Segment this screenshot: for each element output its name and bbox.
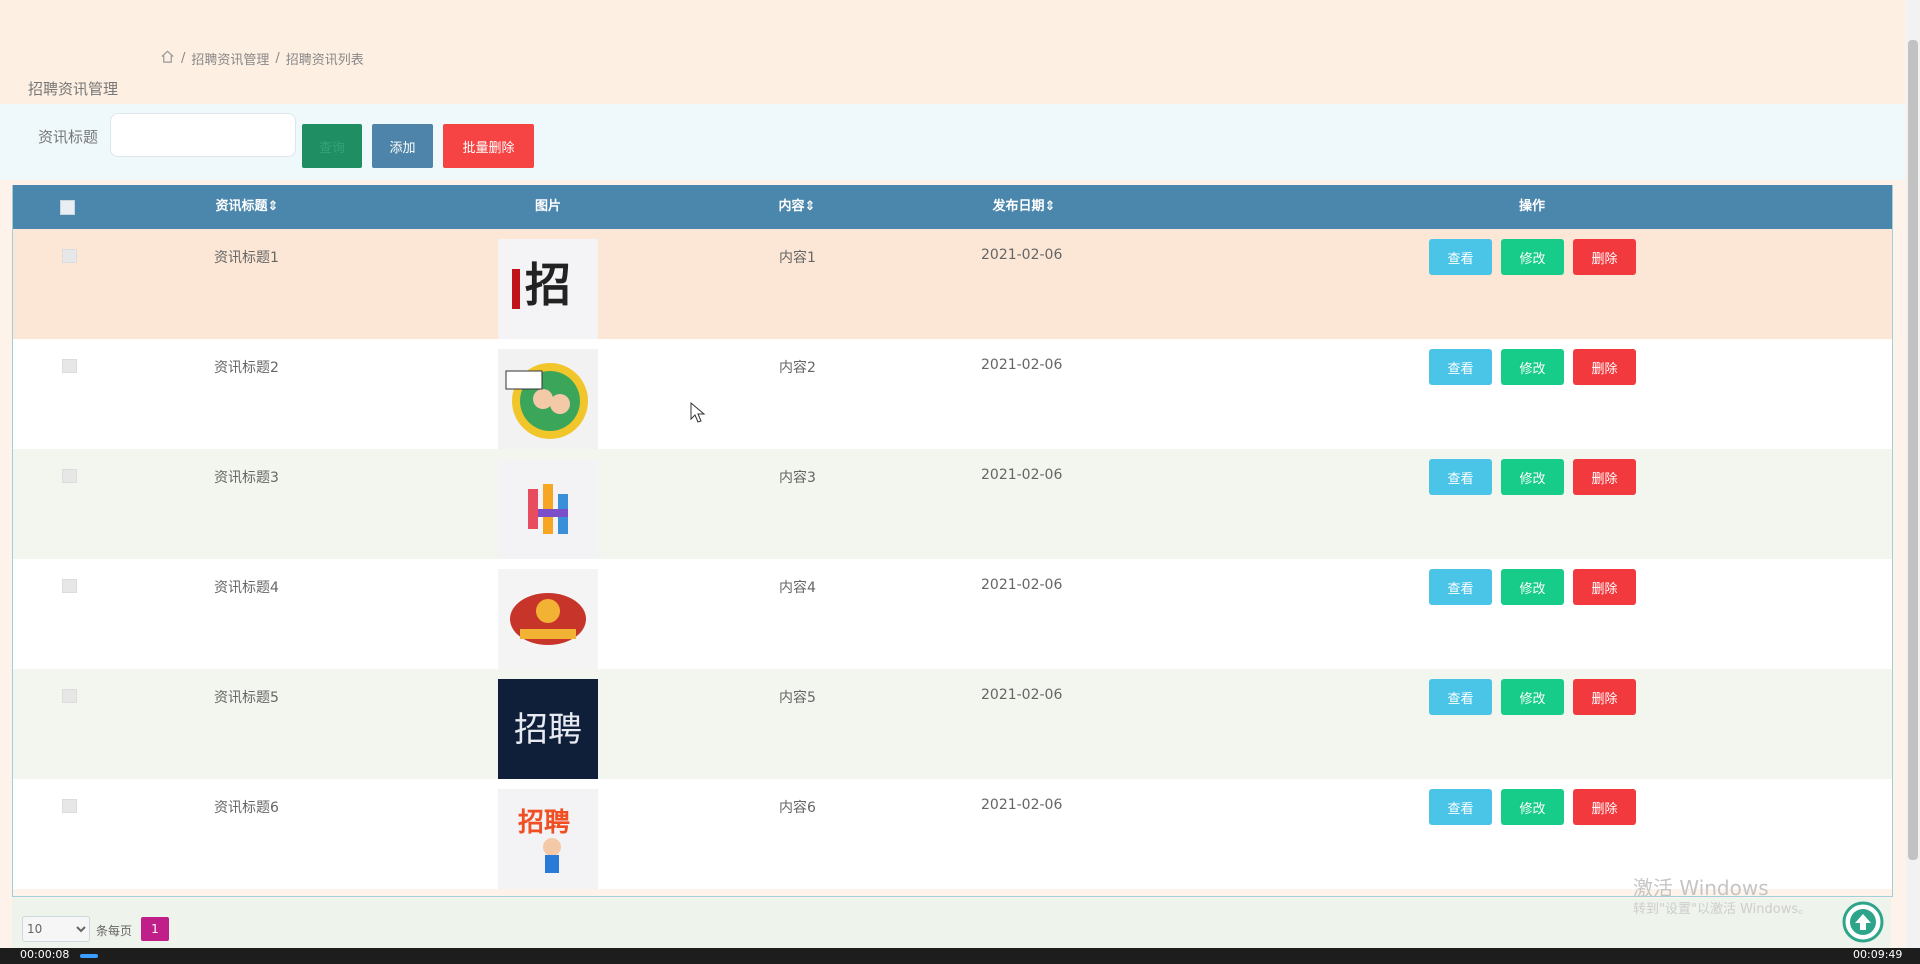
table-row: 资讯标题3 内容3 2021-02-06 查看 修改 删除: [13, 449, 1892, 559]
edit-button[interactable]: 修改: [1501, 789, 1564, 825]
view-button[interactable]: 查看: [1429, 679, 1492, 715]
breadcrumb: / 招聘资讯管理 / 招聘资讯列表: [160, 49, 364, 68]
back-to-top-icon[interactable]: [1841, 900, 1885, 944]
cell-date: 2021-02-06: [981, 797, 1063, 813]
page-title: 招聘资讯管理: [28, 80, 119, 98]
table-row: 资讯标题6 招聘 内容6 2021-02-06 查看 修改 删除: [13, 779, 1892, 889]
recruit-image-6: 招聘: [498, 789, 598, 889]
cell-date: 2021-02-06: [981, 687, 1063, 703]
cell-title: 资讯标题5: [214, 690, 279, 706]
video-progress-indicator[interactable]: [80, 954, 98, 958]
delete-button[interactable]: 删除: [1573, 349, 1636, 385]
column-header-image: 图片: [534, 199, 562, 214]
top-bar: [0, 0, 1905, 31]
cell-title: 资讯标题6: [214, 800, 279, 816]
row-checkbox[interactable]: [62, 249, 77, 263]
row-checkbox[interactable]: [62, 469, 77, 483]
recruit-image-3: [498, 459, 598, 559]
table-row: 资讯标题1 招 内容1 2021-02-06 查看 修改 删除: [13, 229, 1892, 339]
cell-content: 内容5: [779, 690, 816, 706]
vertical-scrollbar[interactable]: [1906, 0, 1920, 948]
row-checkbox[interactable]: [62, 689, 77, 703]
table-row: 资讯标题5 招聘 内容5 2021-02-06 查看 修改 删除: [13, 669, 1892, 779]
row-checkbox[interactable]: [62, 579, 77, 593]
cell-title: 资讯标题1: [214, 250, 279, 266]
delete-button[interactable]: 删除: [1573, 239, 1636, 275]
svg-text:招聘: 招聘: [514, 710, 582, 750]
cell-date: 2021-02-06: [981, 357, 1063, 373]
delete-button[interactable]: 删除: [1573, 459, 1636, 495]
select-all-checkbox[interactable]: [60, 200, 75, 215]
column-header-title[interactable]: 资讯标题⇕: [216, 185, 279, 229]
pagination-bar: [12, 898, 1891, 948]
recruit-image-1: 招: [498, 239, 598, 339]
row-checkbox[interactable]: [62, 359, 77, 373]
cell-date: 2021-02-06: [981, 467, 1063, 483]
cell-title: 资讯标题4: [214, 580, 279, 596]
column-header-actions: 操作: [1518, 199, 1546, 214]
svg-text:招聘: 招聘: [518, 808, 570, 838]
breadcrumb-item-manage[interactable]: 招聘资讯管理: [191, 49, 269, 68]
cell-content: 内容1: [779, 250, 816, 266]
column-header-date[interactable]: 发布日期⇕: [993, 185, 1056, 229]
cell-date: 2021-02-06: [981, 247, 1063, 263]
svg-text:招: 招: [525, 258, 571, 312]
home-icon[interactable]: [160, 49, 175, 68]
cell-title: 资讯标题2: [214, 360, 279, 376]
data-table: 资讯标题⇕ 图片 内容⇕ 发布日期⇕ 操作 资讯标题1 招 内容1 2021-0…: [12, 185, 1893, 897]
search-label: 资讯标题: [38, 128, 99, 146]
cell-content: 内容6: [779, 800, 816, 816]
edit-button[interactable]: 修改: [1501, 569, 1564, 605]
delete-button[interactable]: 删除: [1573, 569, 1636, 605]
view-button[interactable]: 查看: [1429, 459, 1492, 495]
video-progress-bar[interactable]: [0, 948, 1920, 964]
delete-button[interactable]: 删除: [1573, 789, 1636, 825]
column-header-content[interactable]: 内容⇕: [779, 185, 816, 229]
page-size-select[interactable]: 10: [22, 916, 90, 942]
search-input[interactable]: [110, 113, 296, 157]
video-elapsed-time: 00:00:08: [20, 948, 70, 961]
row-checkbox[interactable]: [62, 799, 77, 813]
edit-button[interactable]: 修改: [1501, 679, 1564, 715]
video-total-time: 00:09:49: [1853, 948, 1903, 961]
view-button[interactable]: 查看: [1429, 569, 1492, 605]
view-button[interactable]: 查看: [1429, 349, 1492, 385]
view-button[interactable]: 查看: [1429, 239, 1492, 275]
current-page-button[interactable]: 1: [141, 917, 169, 941]
delete-button[interactable]: 删除: [1573, 679, 1636, 715]
scrollbar-thumb[interactable]: [1908, 40, 1918, 860]
view-button[interactable]: 查看: [1429, 789, 1492, 825]
mouse-cursor-icon: [690, 402, 706, 423]
breadcrumb-separator: /: [181, 51, 186, 66]
cell-content: 内容2: [779, 360, 816, 376]
breadcrumb-item-list: 招聘资讯列表: [285, 53, 364, 68]
cell-content: 内容3: [779, 470, 816, 486]
recruit-image-4: [498, 569, 598, 669]
search-button[interactable]: 查询: [302, 124, 362, 168]
windows-activation-watermark: 激活 Windows: [1633, 876, 1769, 900]
edit-button[interactable]: 修改: [1501, 349, 1564, 385]
table-header: 资讯标题⇕ 图片 内容⇕ 发布日期⇕ 操作: [13, 185, 1892, 229]
recruit-image-5: 招聘: [498, 679, 598, 779]
cell-title: 资讯标题3: [214, 470, 279, 486]
edit-button[interactable]: 修改: [1501, 459, 1564, 495]
edit-button[interactable]: 修改: [1501, 239, 1564, 275]
per-page-label: 条每页: [96, 924, 133, 938]
table-row: 资讯标题4 内容4 2021-02-06 查看 修改 删除: [13, 559, 1892, 669]
recruit-image-2: [498, 349, 598, 449]
table-row: 资讯标题2 内容2 2021-02-06 查看 修改 删除: [13, 339, 1892, 449]
windows-activation-hint: 转到"设置"以激活 Windows。: [1633, 902, 1812, 917]
cell-date: 2021-02-06: [981, 577, 1063, 593]
breadcrumb-separator: /: [275, 51, 280, 66]
add-button[interactable]: 添加: [372, 124, 433, 168]
batch-delete-button[interactable]: 批量删除: [443, 124, 534, 168]
cell-content: 内容4: [779, 580, 816, 596]
